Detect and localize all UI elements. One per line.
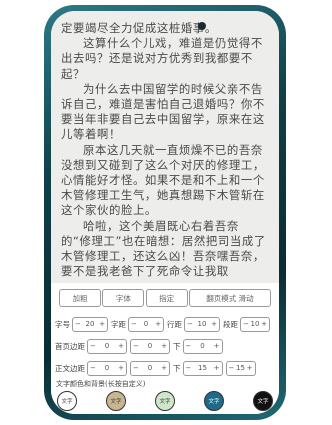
theme-swatch-blue[interactable]: 文字 [204, 391, 224, 411]
indent-button[interactable]: 指定 [145, 289, 188, 307]
paragraph: 定要竭尽全力促成这桩婚事。 [61, 21, 217, 35]
paragraph-spacing-value: 10 [250, 320, 260, 328]
theme-swatch-tan[interactable]: 文字 [106, 391, 126, 411]
theme-swatch-white[interactable]: 文字 [57, 391, 77, 411]
plus-icon[interactable]: + [118, 364, 124, 372]
stepper-value: 0 [200, 342, 205, 350]
stepper-value: 15 [236, 364, 245, 372]
letter-spacing-label: 字距 [111, 319, 126, 329]
minus-icon[interactable]: − [186, 342, 192, 350]
minus-icon[interactable]: − [90, 364, 96, 372]
stepper-value: 0 [104, 364, 110, 372]
paragraph: 这算什么个儿戏，难道是仍觉得不出去吗？还是说对方优秀到我都要不起？ [61, 36, 263, 81]
line-spacing-value: 10 [197, 320, 207, 328]
body-margin-row: 正文边距 − 0 + − 0 + 下 − 15 + − 15 + [55, 359, 277, 377]
plus-icon[interactable]: + [247, 364, 253, 372]
minus-icon[interactable]: − [133, 364, 139, 372]
bottom-label: 下 [173, 363, 181, 373]
stepper-value: 0 [147, 364, 153, 372]
plus-icon[interactable]: + [161, 342, 167, 350]
paragraph: 为什么去中国留学的时候父亲不告诉自己，难道是害怕自己退婚吗？你不要当年非要自己去… [61, 81, 265, 142]
size-spacing-row: 字号 − 20 + 字距 − 0 + 行距 − 10 + 段距 − 10 + [55, 315, 277, 333]
paragraph: 原本这几天就一直烦燥不已的吾奈没想到又碰到了这么个对厌的修理工，心情能好才怪。如… [61, 142, 265, 218]
header-margin-row: 首页边距 − 0 + − 0 + 下 − 0 + [55, 337, 277, 355]
plus-icon[interactable]: + [261, 320, 267, 328]
minus-icon[interactable]: − [243, 320, 249, 328]
plus-icon[interactable]: + [155, 320, 161, 328]
body-margin-left-stepper[interactable]: − 0 + [87, 360, 127, 376]
paragraph-spacing-stepper[interactable]: − 10 + [240, 316, 270, 332]
plus-icon[interactable]: + [214, 364, 220, 372]
body-margin-label: 正文边距 [55, 363, 85, 373]
minus-icon[interactable]: − [131, 320, 137, 328]
body-margin-right-stepper[interactable]: − 15 + [225, 360, 256, 376]
header-margin-bottom-stepper[interactable]: − 0 + [182, 338, 223, 354]
bold-button[interactable]: 加粗 [59, 289, 101, 307]
plus-icon[interactable]: + [118, 342, 124, 350]
font-size-label: 字号 [55, 319, 70, 329]
minus-icon[interactable]: − [187, 320, 193, 328]
phone-screen: 定要竭尽全力促成这桩婚事。 这算什么个儿戏，难道是仍觉得不出去吗？还是说对方优秀… [51, 11, 279, 414]
font-button[interactable]: 字体 [102, 289, 145, 307]
minus-icon[interactable]: − [75, 320, 81, 328]
paragraph: 哈啦，这个美眉既心右着吾奈的“修理工”也在暗想：居然把司当成了木管修理工，还这么… [61, 218, 266, 279]
font-size-value: 20 [85, 320, 95, 328]
minus-icon[interactable]: − [186, 364, 192, 372]
front-camera [198, 22, 206, 30]
reading-area[interactable]: 定要竭尽全力促成这桩婚事。 这算什么个儿戏，难道是仍觉得不出去吗？还是说对方优秀… [51, 11, 279, 283]
color-theme-title: 文字颜色和背景(长按自定义) [56, 380, 146, 388]
style-button-row: 加粗 字体 指定 翻页模式 滑动 [59, 289, 271, 309]
bottom-label: 下 [173, 341, 181, 351]
header-margin-left-stepper[interactable]: − 0 + [87, 338, 127, 354]
line-spacing-label: 行距 [167, 319, 182, 329]
chapter-text: 定要竭尽全力促成这桩婚事。 这算什么个儿戏，难道是仍觉得不出去吗？还是说对方优秀… [51, 21, 279, 279]
line-spacing-stepper[interactable]: − 10 + [184, 316, 220, 332]
body-margin-bottom-stepper[interactable]: − 15 + [182, 360, 223, 376]
letter-spacing-stepper[interactable]: − 0 + [128, 316, 164, 332]
letter-spacing-value: 0 [143, 320, 149, 328]
header-margin-label: 首页边距 [55, 341, 85, 351]
minus-icon[interactable]: − [133, 342, 139, 350]
stepper-value: 0 [104, 342, 110, 350]
plus-icon[interactable]: + [211, 320, 217, 328]
plus-icon[interactable]: + [99, 320, 105, 328]
minus-icon[interactable]: − [90, 342, 96, 350]
theme-swatch-black[interactable]: 文字 [253, 391, 273, 411]
paragraph-spacing-label: 段距 [223, 319, 238, 329]
stepper-value: 0 [147, 342, 153, 350]
plus-icon[interactable]: + [161, 364, 167, 372]
page-turn-mode-button[interactable]: 翻页模式 滑动 [188, 289, 271, 307]
stepper-value: 15 [198, 364, 207, 372]
color-theme-swatches: 文字 文字 文字 文字 文字 [57, 391, 273, 413]
minus-icon[interactable]: − [229, 364, 235, 372]
font-size-stepper[interactable]: − 20 + [72, 316, 108, 332]
theme-swatch-green[interactable]: 文字 [155, 391, 175, 411]
body-margin-top-stepper[interactable]: − 0 + [130, 360, 170, 376]
header-margin-top-stepper[interactable]: − 0 + [130, 338, 170, 354]
plus-icon[interactable]: + [214, 342, 220, 350]
typography-settings-panel: 加粗 字体 指定 翻页模式 滑动 字号 − 20 + 字距 − 0 + 行距 −… [51, 283, 279, 414]
